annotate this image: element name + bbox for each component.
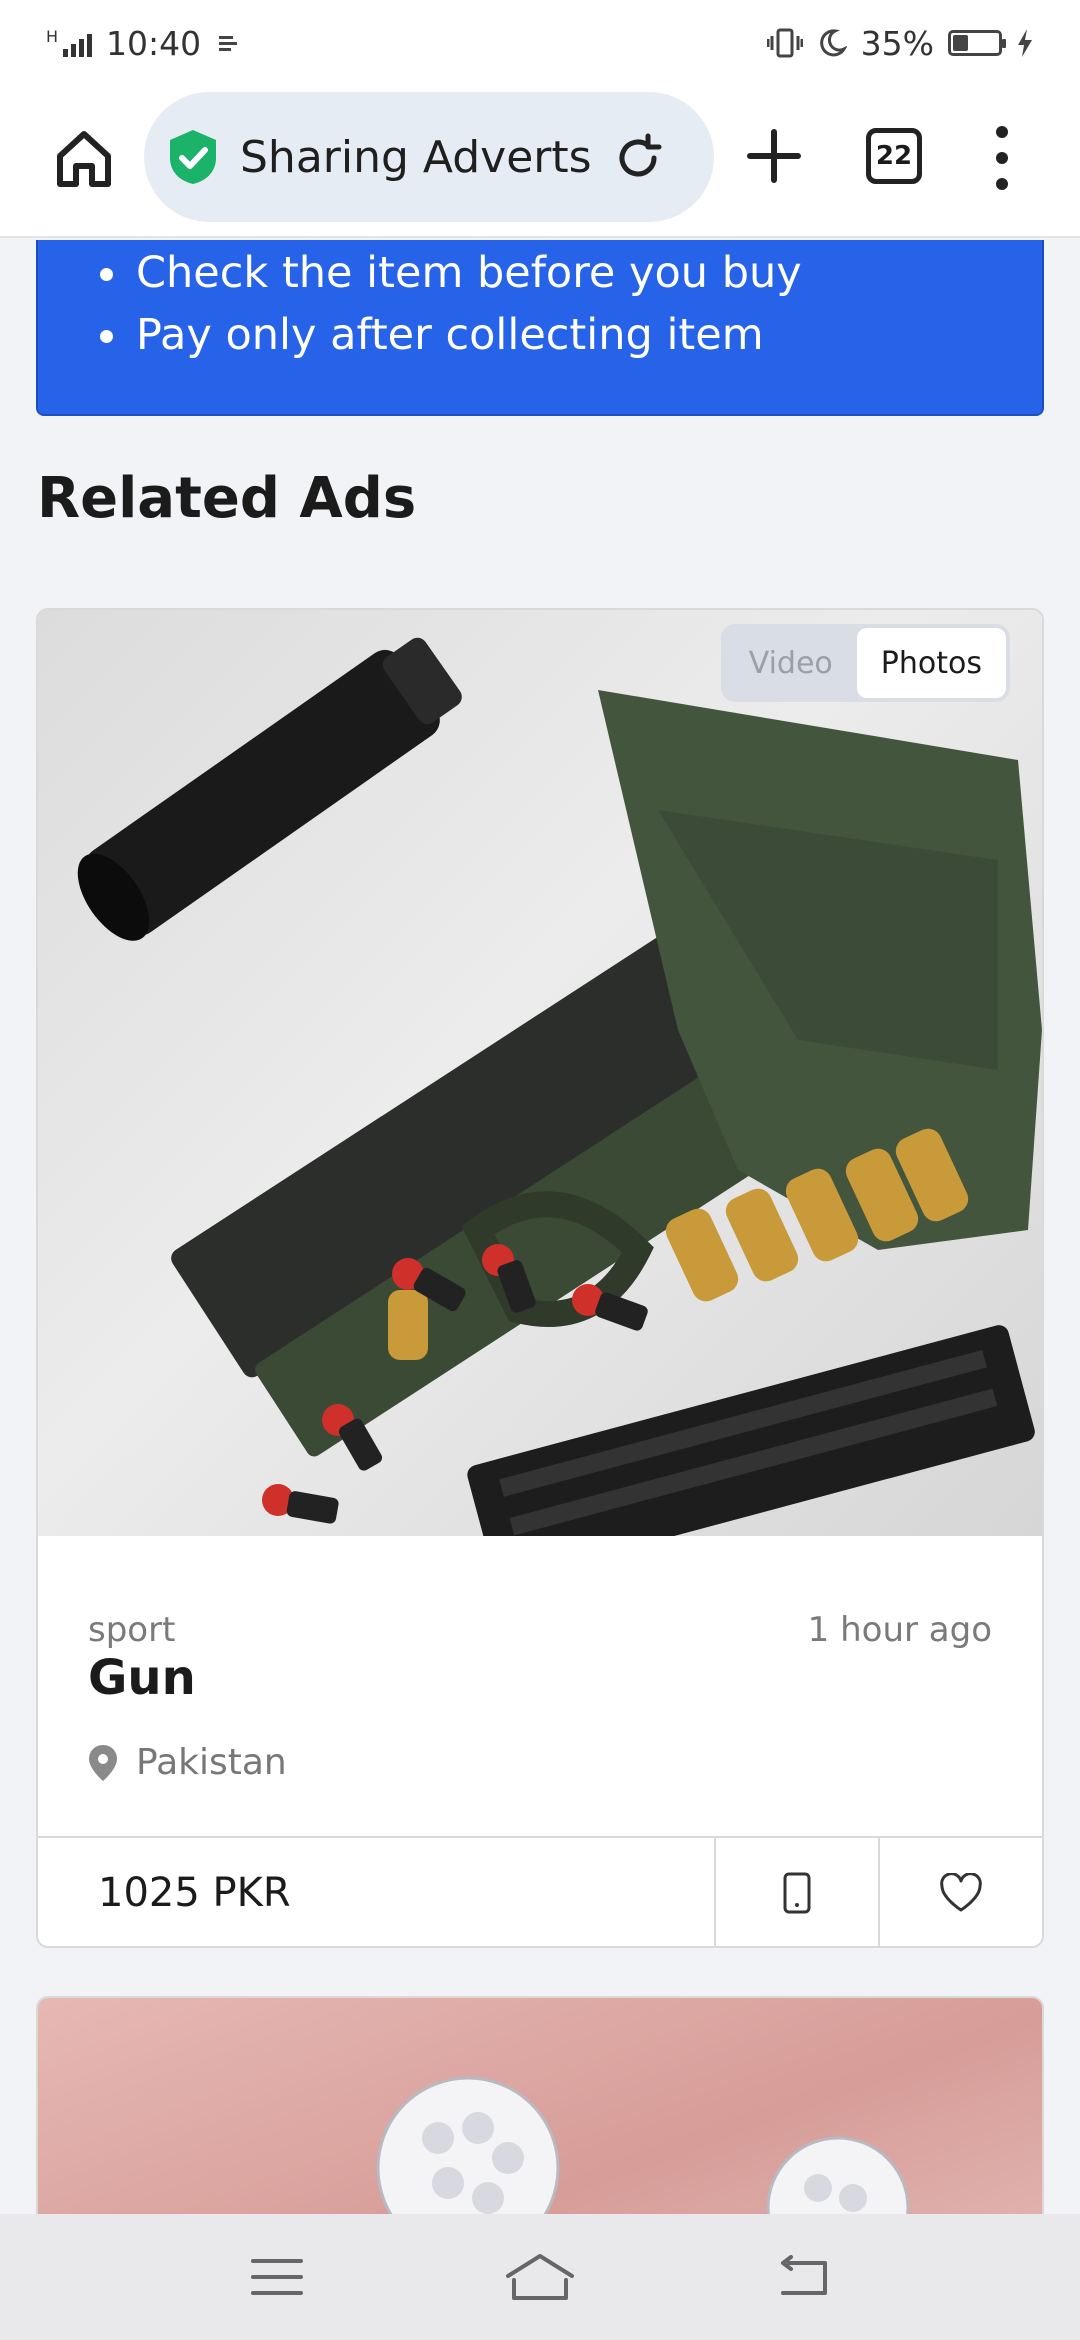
ad-location: Pakistan: [88, 1742, 287, 1783]
photos-toggle-button[interactable]: Photos: [856, 628, 1006, 698]
safety-tip: Check the item before you buy: [100, 242, 1042, 304]
location-text: Pakistan: [136, 1742, 287, 1783]
ad-card[interactable]: Video Photos sport 1 hour ago Gun Pakist…: [36, 608, 1044, 1948]
related-ads-heading: Related Ads: [37, 466, 417, 531]
call-button[interactable]: [714, 1838, 878, 1946]
ad-photo[interactable]: Video Photos: [38, 610, 1042, 1536]
price-bar: 1025 PKR: [38, 1836, 1042, 1946]
ad-title[interactable]: Gun: [88, 1650, 196, 1706]
data-saver-icon: [219, 36, 238, 51]
location-pin-icon: [89, 1744, 117, 1781]
tabs-count-button[interactable]: 22: [866, 128, 922, 184]
ad-category: sport: [88, 1610, 176, 1650]
home-icon[interactable]: [52, 126, 116, 190]
address-text: Sharing Adverts: [240, 131, 592, 183]
status-left: H 10:40: [46, 24, 241, 63]
recent-apps-icon[interactable]: [249, 2255, 305, 2299]
phone-icon: [783, 1872, 811, 1914]
ad-price: 1025 PKR: [98, 1870, 291, 1916]
do-not-disturb-icon: [819, 29, 847, 57]
vibrate-icon: [766, 28, 803, 58]
back-icon[interactable]: [775, 2255, 831, 2299]
status-right: 35%: [766, 23, 1034, 63]
status-bar: H 10:40 35%: [0, 0, 1080, 86]
heart-icon: [940, 1873, 982, 1912]
battery-percent: 35%: [860, 23, 934, 63]
safety-tip: Pay only after collecting item: [100, 304, 1042, 366]
video-toggle-button[interactable]: Video: [725, 628, 857, 698]
more-vert-icon[interactable]: [990, 126, 1014, 190]
clock: 10:40: [106, 23, 202, 63]
ad-meta: sport 1 hour ago: [88, 1610, 992, 1650]
product-photo-illustration: [77, 637, 1042, 1536]
charging-icon: [1018, 29, 1032, 57]
favorite-button[interactable]: [878, 1838, 1042, 1946]
new-tab-plus-icon[interactable]: [746, 128, 802, 184]
home-nav-icon[interactable]: [504, 2252, 576, 2302]
browser-toolbar: Sharing Adverts 22: [0, 86, 1080, 238]
media-toggle: Video Photos: [720, 624, 1010, 702]
address-bar[interactable]: Sharing Adverts: [144, 92, 714, 222]
signal-icon: H: [46, 27, 93, 57]
reload-icon[interactable]: [612, 132, 664, 184]
system-nav-bar: [0, 2214, 1080, 2340]
network-type-label: H: [46, 27, 59, 46]
shield-check-icon: [170, 130, 216, 184]
safety-tips-banner: Check the item before you buy Pay only a…: [36, 240, 1044, 416]
battery-icon: [948, 30, 1006, 56]
ad-time: 1 hour ago: [807, 1610, 992, 1650]
